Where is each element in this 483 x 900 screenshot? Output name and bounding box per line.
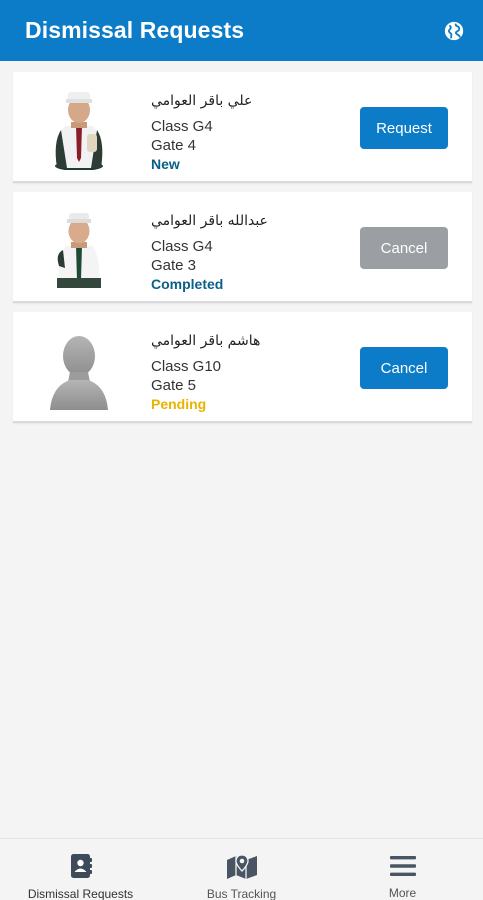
map-pin-icon [226, 853, 258, 879]
student-class: Class G4 [151, 238, 213, 255]
student-gate: Gate 4 [151, 137, 197, 154]
student-card: علي باقر العوامي Class G4 Gate 4 New Req… [13, 72, 472, 183]
hamburger-menu-icon [389, 853, 416, 878]
student-card: عبدالله باقر العوامي Class G4 Gate 3 Com… [13, 192, 472, 303]
nav-bus-tracking[interactable]: Bus Tracking [161, 839, 322, 900]
student-list: علي باقر العوامي Class G4 Gate 4 New Req… [13, 72, 472, 432]
default-avatar-placeholder [41, 326, 116, 410]
nav-label: Bus Tracking [206, 887, 277, 900]
request-button[interactable]: Request [360, 107, 448, 149]
nav-label: More [388, 886, 417, 900]
student-name: هاشم باقر العوامي [151, 333, 261, 349]
status-badge: Completed [151, 276, 224, 292]
student-gate: Gate 5 [151, 377, 197, 394]
student-info: عبدالله باقر العوامي Class G4 Gate 3 Com… [151, 211, 268, 293]
nav-label: Dismissal Requests [27, 887, 134, 900]
student-class: Class G10 [151, 358, 222, 375]
nav-more[interactable]: More [322, 839, 483, 900]
student-name: عبدالله باقر العوامي [151, 213, 268, 229]
status-badge: Pending [151, 396, 207, 412]
student-gate: Gate 3 [151, 257, 197, 274]
cancel-button[interactable]: Cancel [360, 227, 448, 269]
contact-book-icon [69, 853, 93, 879]
student-name: علي باقر العوامي [151, 93, 253, 109]
student-info: هاشم باقر العوامي Class G10 Gate 5 Pendi… [151, 331, 260, 413]
nav-dismissal-requests[interactable]: Dismissal Requests [0, 839, 161, 900]
app-bar: Dismissal Requests [0, 0, 483, 61]
globe-icon[interactable] [441, 18, 467, 44]
page-title: Dismissal Requests [25, 17, 245, 43]
student-card: هاشم باقر العوامي Class G10 Gate 5 Pendi… [13, 312, 472, 423]
student-photo [41, 206, 116, 290]
bottom-navigation: Dismissal Requests Bus Tracking More [0, 838, 483, 900]
student-class: Class G4 [151, 118, 213, 135]
student-info: علي باقر العوامي Class G4 Gate 4 New [151, 91, 252, 173]
student-photo [41, 86, 116, 170]
cancel-button[interactable]: Cancel [360, 347, 448, 389]
status-badge: New [151, 156, 180, 172]
